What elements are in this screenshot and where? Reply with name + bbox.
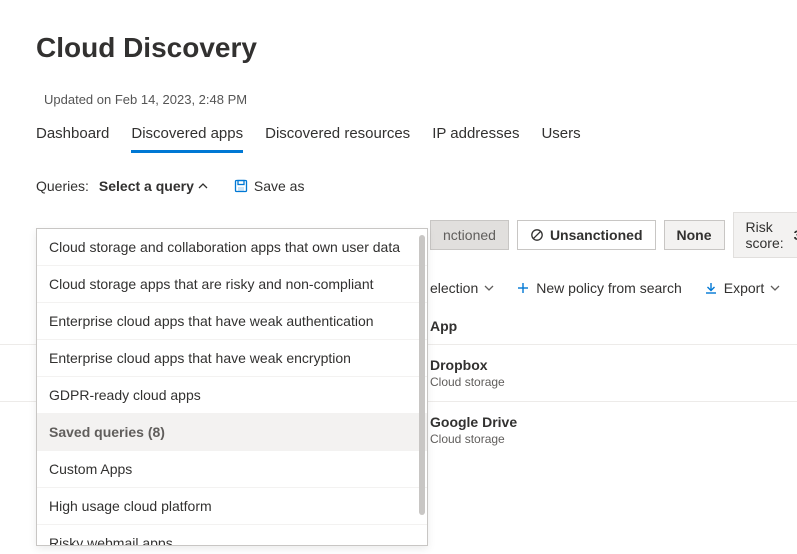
unsanctioned-pill[interactable]: Unsanctioned	[517, 220, 656, 250]
query-option[interactable]: Enterprise cloud apps that have weak enc…	[37, 340, 427, 377]
save-as-label: Save as	[254, 178, 305, 194]
plus-icon	[516, 281, 530, 295]
unsanctioned-label: Unsanctioned	[550, 227, 643, 243]
query-select-label: Select a query	[99, 178, 194, 194]
page-title: Cloud Discovery	[0, 0, 797, 64]
queries-label: Queries:	[36, 178, 89, 194]
query-dropdown: Cloud storage and collaboration apps tha…	[36, 228, 428, 546]
new-policy-label: New policy from search	[536, 280, 682, 296]
export-label: Export	[724, 280, 764, 296]
query-section-saved: Saved queries (8)	[37, 414, 427, 451]
query-option[interactable]: Cloud storage and collaboration apps tha…	[37, 229, 427, 266]
sanctioned-pill[interactable]: nctioned	[430, 220, 509, 250]
chevron-down-icon	[484, 283, 494, 293]
chevron-down-icon	[770, 283, 780, 293]
download-icon	[704, 281, 718, 295]
export-button[interactable]: Export	[704, 280, 780, 296]
query-row: Queries: Select a query Save as	[0, 154, 797, 194]
risk-score-filter[interactable]: Risk score: 3	[733, 212, 797, 258]
block-icon	[530, 228, 544, 242]
app-name: Dropbox	[430, 357, 797, 373]
query-option[interactable]: High usage cloud platform	[37, 488, 427, 525]
query-option[interactable]: Custom Apps	[37, 451, 427, 488]
app-name: Google Drive	[430, 414, 797, 430]
tab-discovered-resources[interactable]: Discovered resources	[265, 125, 410, 153]
query-option[interactable]: Cloud storage apps that are risky and no…	[37, 266, 427, 303]
app-category: Cloud storage	[430, 375, 797, 389]
risk-label: Risk score:	[746, 219, 784, 251]
tab-discovered-apps[interactable]: Discovered apps	[131, 125, 243, 153]
tab-users[interactable]: Users	[541, 125, 580, 153]
new-policy-button[interactable]: New policy from search	[516, 280, 682, 296]
bulk-selection-button[interactable]: election	[430, 280, 494, 296]
none-label: None	[677, 227, 712, 243]
save-icon	[234, 179, 248, 193]
query-option[interactable]: Enterprise cloud apps that have weak aut…	[37, 303, 427, 340]
query-select-button[interactable]: Select a query	[99, 178, 208, 194]
sanctioned-label: nctioned	[443, 227, 496, 243]
save-as-button[interactable]: Save as	[234, 178, 305, 194]
bulk-label: election	[430, 280, 478, 296]
none-pill[interactable]: None	[664, 220, 725, 250]
chevron-up-icon	[198, 181, 208, 191]
query-option[interactable]: Risky webmail apps	[37, 525, 427, 545]
query-dropdown-list[interactable]: Cloud storage and collaboration apps tha…	[37, 229, 427, 545]
tabs: Dashboard Discovered apps Discovered res…	[0, 107, 797, 154]
query-option[interactable]: GDPR-ready cloud apps	[37, 377, 427, 414]
app-category: Cloud storage	[430, 432, 797, 446]
tab-dashboard[interactable]: Dashboard	[36, 125, 109, 153]
risk-value: 3	[794, 227, 797, 243]
tab-ip-addresses[interactable]: IP addresses	[432, 125, 519, 153]
updated-timestamp: Updated on Feb 14, 2023, 2:48 PM	[0, 64, 797, 107]
